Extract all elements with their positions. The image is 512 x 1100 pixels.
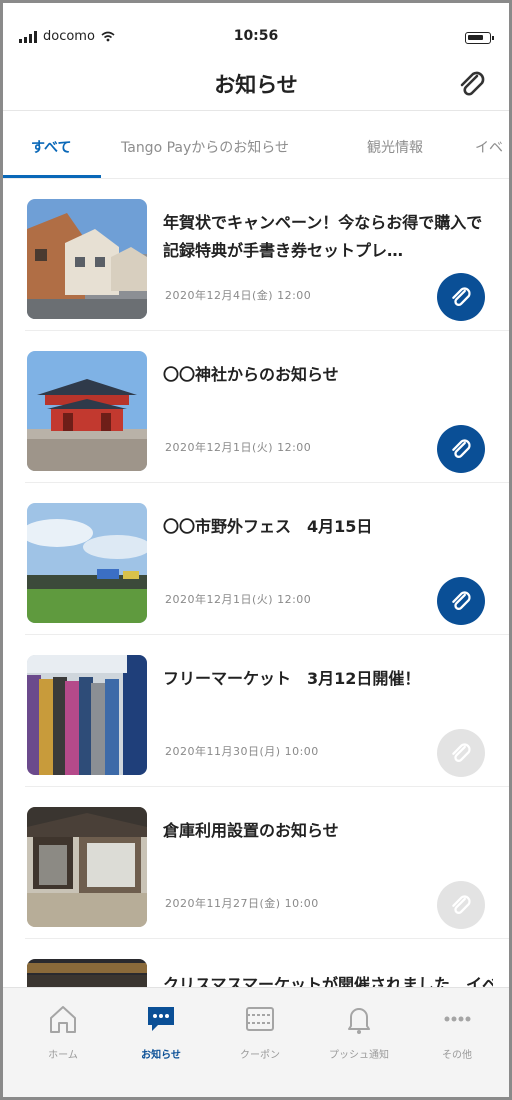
- home-icon: [50, 1006, 76, 1033]
- notice-date: 2020年11月27日(金) 10:00: [165, 897, 319, 910]
- notice-thumbnail: [27, 351, 147, 471]
- tabbar-notices[interactable]: お知らせ: [111, 1002, 211, 1061]
- paperclip-icon: [452, 895, 471, 914]
- category-tabs: すべて Tango Payからのお知らせ 観光情報 イベ: [3, 113, 509, 179]
- notice-date: 2020年12月1日(火) 12:00: [165, 593, 312, 606]
- paperclip-icon: [452, 439, 471, 458]
- notice-date: 2020年12月1日(火) 12:00: [165, 441, 312, 454]
- tabbar-label: プッシュ通知: [329, 1050, 389, 1061]
- tabbar-label: ホーム: [48, 1050, 78, 1061]
- battery-icon: [465, 32, 494, 44]
- paperclip-icon: [452, 287, 471, 306]
- status-time: 10:56: [233, 28, 279, 44]
- tabbar-more[interactable]: その他: [407, 1002, 507, 1061]
- notice-thumbnail: [27, 199, 147, 319]
- notice-thumbnail: [27, 807, 147, 927]
- paperclip-icon: [452, 743, 471, 762]
- tab-all[interactable]: すべて: [31, 137, 71, 157]
- tabbar-coupons[interactable]: クーポン: [210, 1002, 310, 1061]
- notice-title: 〇〇市野外フェス 4月15日: [163, 517, 373, 536]
- tab-events[interactable]: イベ: [475, 137, 503, 157]
- notice-item[interactable]: 〇〇神社からのお知らせ 2020年12月1日(火) 12:00: [3, 331, 509, 483]
- tab-tourism[interactable]: 観光情報: [367, 137, 423, 157]
- notice-title: フリーマーケット 3月12日開催！: [163, 669, 421, 688]
- clip-button[interactable]: [437, 881, 485, 929]
- tabbar-label: お知らせ: [141, 1050, 181, 1061]
- clip-button[interactable]: [437, 273, 485, 321]
- bell-icon: [348, 1008, 370, 1034]
- bottom-tab-bar: ホーム お知らせ クーポン プッシュ通知 その他: [3, 987, 509, 1097]
- notice-item[interactable]: 〇〇市野外フェス 4月15日 2020年12月1日(火) 12:00: [3, 483, 509, 635]
- paperclip-icon[interactable]: [455, 67, 489, 101]
- notice-item[interactable]: 倉庫利用設置のお知らせ 2020年11月27日(金) 10:00: [3, 787, 509, 939]
- notice-title: 〇〇神社からのお知らせ: [163, 365, 339, 384]
- notice-chat-icon: [148, 1007, 174, 1031]
- more-icon: [444, 1016, 471, 1022]
- tabbar-push[interactable]: プッシュ通知: [309, 1002, 409, 1061]
- notice-date: 2020年11月30日(月) 10:00: [165, 745, 319, 758]
- coupon-icon: [246, 1007, 274, 1031]
- notice-date: 2020年12月4日(金) 12:00: [165, 289, 312, 302]
- status-bar: docomo 10:56: [3, 3, 509, 55]
- notice-title: 倉庫利用設置のお知らせ: [163, 821, 339, 840]
- clip-button[interactable]: [437, 425, 485, 473]
- clip-button[interactable]: [437, 729, 485, 777]
- tabbar-label: クーポン: [240, 1050, 280, 1061]
- app-screen: docomo 10:56 お知らせ すべて Tango Payからのお知らせ 観…: [0, 0, 512, 1100]
- tab-tango-pay[interactable]: Tango Payからのお知らせ: [121, 137, 289, 157]
- notice-item[interactable]: フリーマーケット 3月12日開催！ 2020年11月30日(月) 10:00: [3, 635, 509, 787]
- notice-item[interactable]: 年賀状でキャンペーン！今ならお得で購入で記録特典が手書き券セットプレ… 2020…: [3, 179, 509, 331]
- tabbar-home[interactable]: ホーム: [13, 1002, 113, 1061]
- paperclip-icon: [452, 591, 471, 610]
- nav-bar: お知らせ: [3, 55, 509, 111]
- notice-thumbnail: [27, 655, 147, 775]
- clip-button[interactable]: [437, 577, 485, 625]
- notice-thumbnail: [27, 503, 147, 623]
- tabbar-label: その他: [442, 1050, 472, 1061]
- page-title: お知らせ: [214, 73, 298, 97]
- notice-title: 年賀状でキャンペーン！今ならお得で購入で記録特典が手書き券セットプレ…: [163, 213, 483, 260]
